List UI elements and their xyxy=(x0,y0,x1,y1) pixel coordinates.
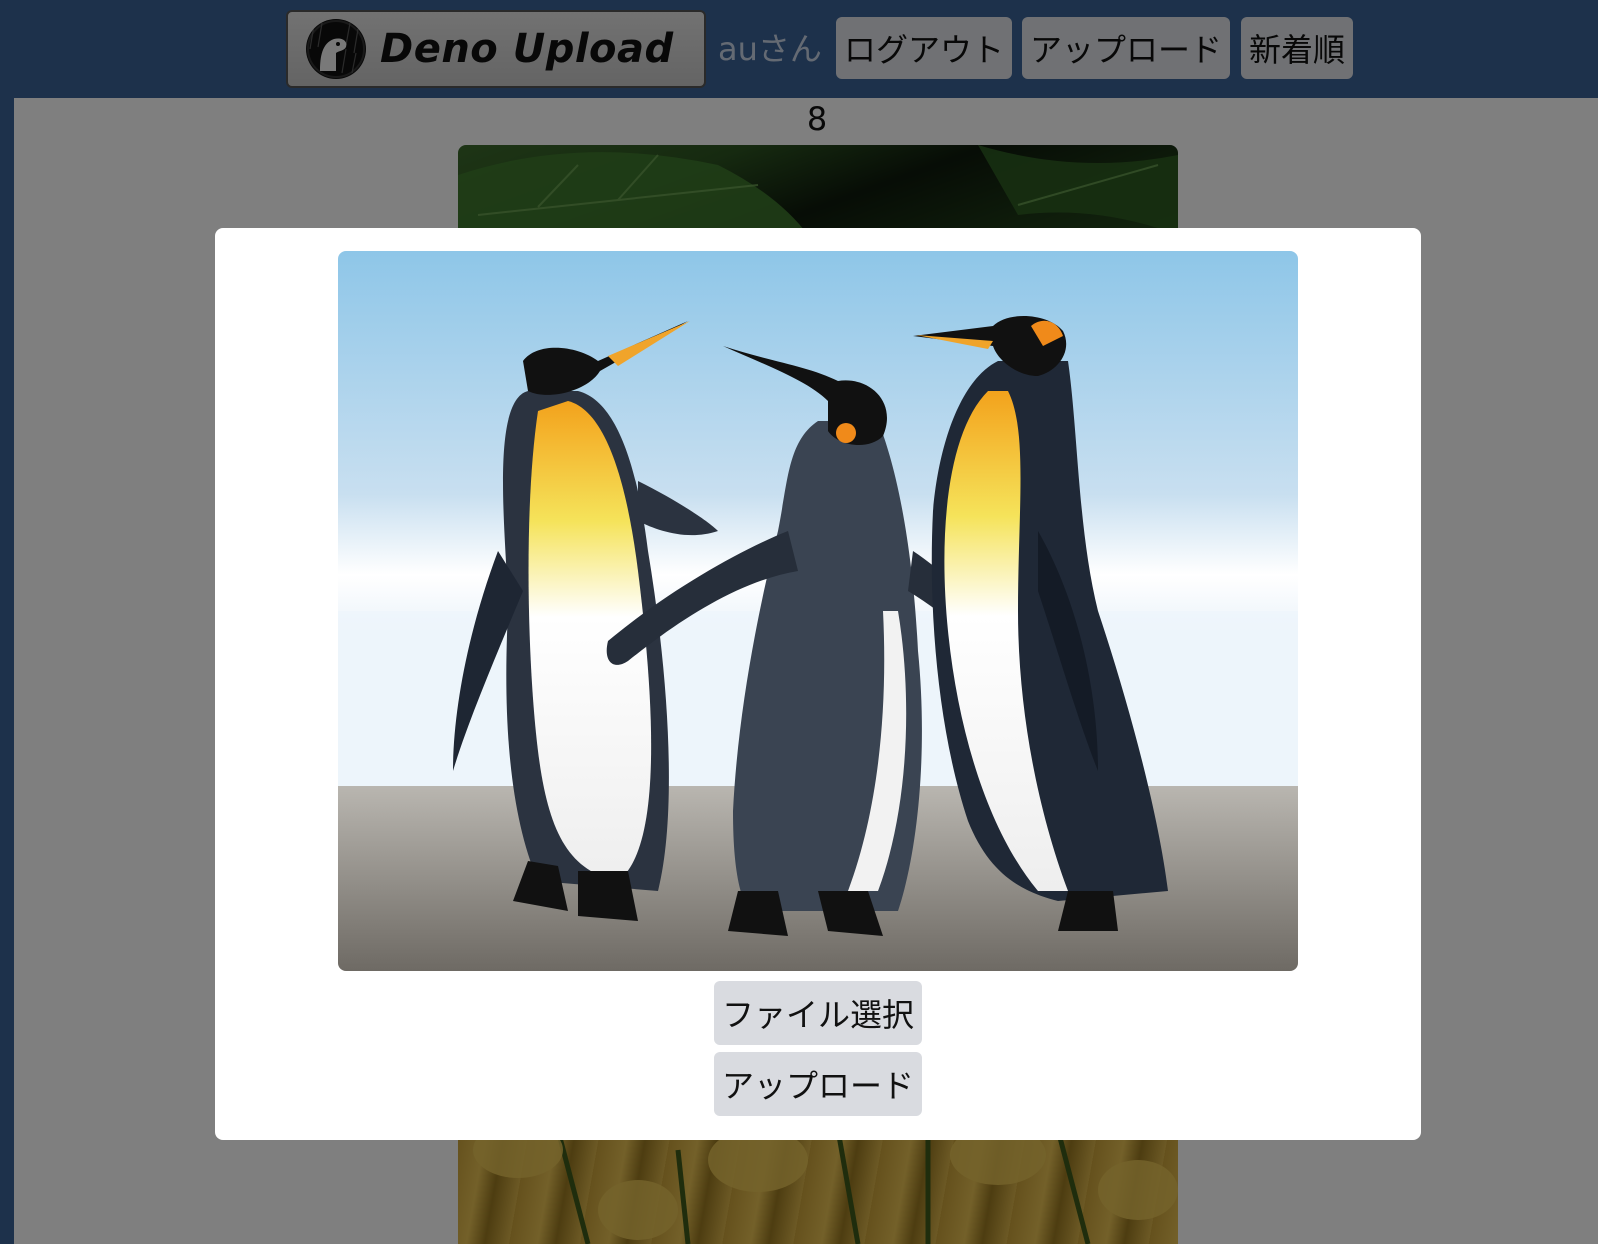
upload-modal: ファイル選択 アップロード xyxy=(215,228,1421,1140)
select-file-button[interactable]: ファイル選択 xyxy=(714,981,922,1045)
upload-submit-button[interactable]: アップロード xyxy=(714,1052,922,1116)
upload-preview-image xyxy=(338,251,1298,971)
